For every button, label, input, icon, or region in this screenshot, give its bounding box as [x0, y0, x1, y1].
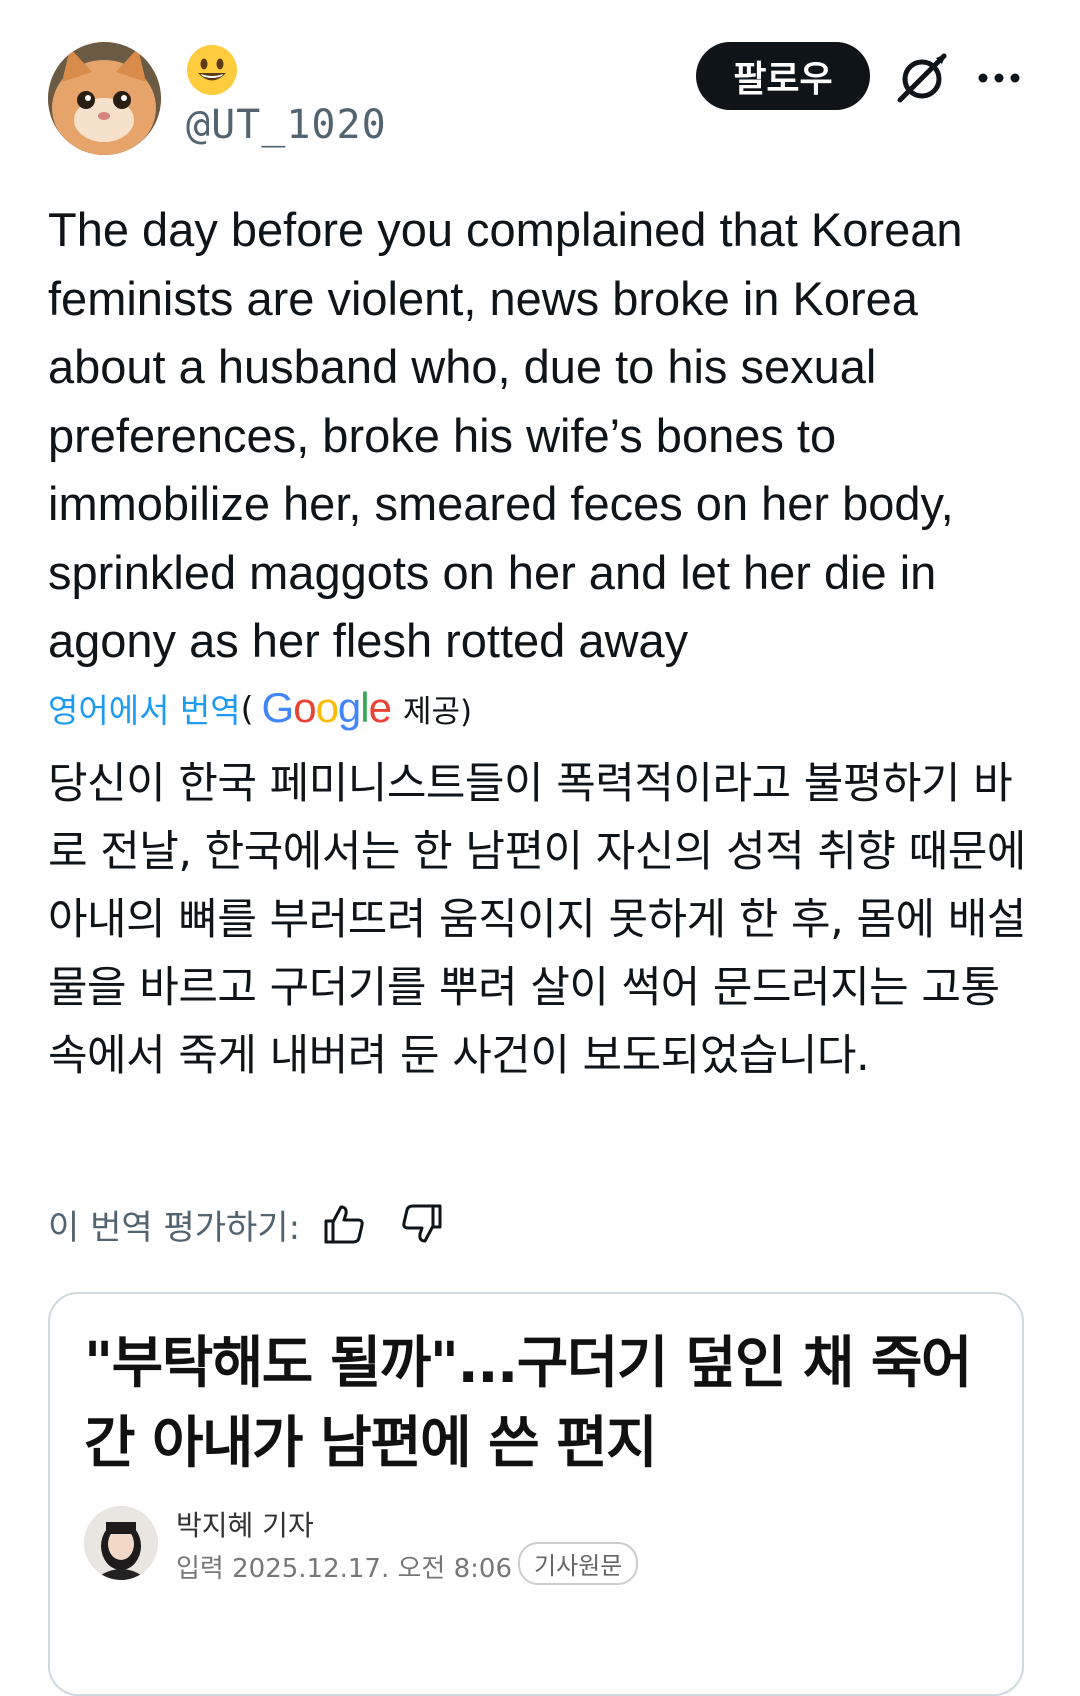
translated-text: 당신이 한국 페미니스트들이 폭력적이라고 불평하기 바로 전날, 한국에서는 …	[48, 759, 1026, 1081]
article-card[interactable]: "부탁해도 될까"...구더기 덮인 채 죽어간 아내가 남편에 쓴 편지 박지…	[48, 1292, 1024, 1696]
reporter-name: 박지혜 기자	[176, 1509, 314, 1542]
reporter-avatar	[84, 1506, 158, 1580]
rate-translation-row: 이 번역 평가하기:	[48, 1196, 444, 1252]
author-avatar[interactable]	[48, 42, 161, 155]
article-headline: "부탁해도 될까"...구더기 덮인 채 죽어간 아내가 남편에 쓴 편지	[84, 1331, 972, 1476]
rate-translation-label: 이 번역 평가하기:	[48, 1207, 301, 1248]
thumbs-up-icon[interactable]	[322, 1202, 366, 1246]
grok-icon[interactable]	[894, 50, 950, 106]
more-icon[interactable]	[974, 60, 1024, 96]
cat-avatar-image	[48, 42, 161, 155]
article-date: 입력 2025.12.17. 오전 8:06	[176, 1554, 512, 1584]
follow-button[interactable]: 팔로우	[696, 42, 870, 110]
author-handle[interactable]: @UT_1020	[186, 102, 387, 148]
translation-attribution: 영어에서 번역 ( Google 제공)	[48, 684, 473, 732]
smiley-emoji-icon	[187, 45, 237, 95]
translate-link[interactable]: 영어에서 번역	[48, 684, 241, 732]
thumbs-down-icon[interactable]	[400, 1202, 444, 1246]
google-logo: Google	[261, 684, 392, 731]
provided-label: 제공)	[402, 693, 473, 730]
paren-open: (	[240, 688, 254, 728]
tweet-text: The day before you complained that Korea…	[48, 203, 963, 667]
